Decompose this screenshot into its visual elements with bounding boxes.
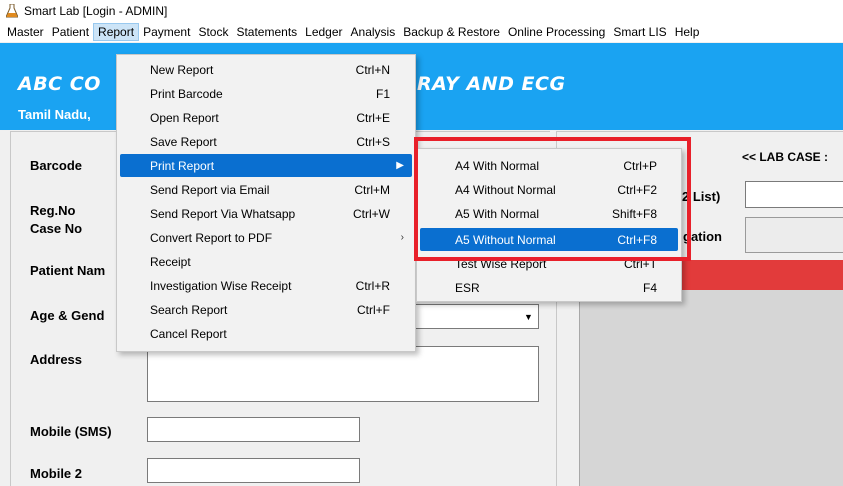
menu-report[interactable]: Report (93, 23, 140, 41)
title-bar: Smart Lab [Login - ADMIN] (0, 0, 843, 22)
menu-item-receipt[interactable]: Receipt (120, 250, 412, 273)
menu-item-label: Print Report (150, 158, 215, 173)
menu-item-print-report[interactable]: Print Report ▶ (120, 154, 412, 177)
patient-name-label: Patient Nam (30, 263, 106, 278)
menu-item-label: Investigation Wise Receipt (150, 278, 292, 293)
chevron-right-icon: › (400, 232, 404, 243)
menu-item-search-report[interactable]: Search Report Ctrl+F (120, 298, 412, 321)
regno-label: Reg.No (30, 203, 76, 218)
lab-case-label: << LAB CASE : (742, 150, 829, 164)
menu-item-open-report[interactable]: Open Report Ctrl+E (120, 106, 412, 129)
menu-payment[interactable]: Payment (139, 23, 194, 41)
menu-item-label: A4 Without Normal (455, 182, 556, 197)
window-title: Smart Lab [Login - ADMIN] (24, 4, 168, 18)
menu-item-shortcut: Ctrl+E (356, 110, 390, 125)
submenu-item-a5-without-normal[interactable]: A5 Without Normal Ctrl+F8 (420, 228, 678, 251)
menu-item-send-email[interactable]: Send Report via Email Ctrl+M (120, 178, 412, 201)
menu-item-label: A5 With Normal (455, 206, 540, 221)
menu-item-shortcut: Ctrl+M (354, 182, 390, 197)
menu-item-investigation-receipt[interactable]: Investigation Wise Receipt Ctrl+R (120, 274, 412, 297)
menu-item-new-report[interactable]: New Report Ctrl+N (120, 58, 412, 81)
results-grid[interactable] (579, 290, 843, 486)
menu-online-processing[interactable]: Online Processing (504, 23, 609, 41)
address-label: Address (30, 352, 83, 367)
banner-title: ABC CO (18, 73, 101, 95)
menu-item-shortcut: F4 (642, 280, 657, 295)
submenu-item-esr[interactable]: ESR F4 (420, 276, 678, 299)
mobile2-field[interactable] (147, 458, 360, 483)
menu-item-label: Send Report Via Whatsapp (150, 206, 296, 221)
menu-item-label: Print Barcode (150, 86, 223, 101)
menu-master[interactable]: Master (3, 23, 48, 41)
menu-item-save-report[interactable]: Save Report Ctrl+S (120, 130, 412, 153)
menu-item-label: New Report (150, 62, 214, 77)
menu-item-print-barcode[interactable]: Print Barcode F1 (120, 82, 412, 105)
menu-item-shortcut: Ctrl+F8 (617, 232, 657, 247)
submenu-item-a4-with-normal[interactable]: A4 With Normal Ctrl+P (420, 154, 678, 177)
menu-bar: Master Patient Report Payment Stock Stat… (0, 22, 843, 42)
mobile2-label: Mobile 2 (30, 466, 83, 481)
menu-item-shortcut: Ctrl+S (356, 134, 390, 149)
menu-smart-lis[interactable]: Smart LIS (609, 23, 670, 41)
menu-item-shortcut: Ctrl+P (623, 158, 657, 173)
menu-item-label: Open Report (150, 110, 219, 125)
investigation-field[interactable] (745, 217, 843, 253)
menu-item-cancel-report[interactable]: Cancel Report (120, 322, 412, 345)
menu-stock[interactable]: Stock (194, 23, 232, 41)
menu-statements[interactable]: Statements (232, 23, 301, 41)
menu-item-shortcut: Ctrl+F2 (617, 182, 657, 197)
menu-help[interactable]: Help (671, 23, 704, 41)
mobile-sms-field[interactable] (147, 417, 360, 442)
banner-subtitle: Tamil Nadu, (18, 107, 91, 122)
submenu-item-test-wise-report[interactable]: Test Wise Report Ctrl+T (420, 252, 678, 275)
menu-item-label: A5 Without Normal (455, 232, 556, 247)
dropdown-arrow-icon[interactable]: ▼ (520, 306, 537, 327)
chevron-right-icon: ▶ (396, 160, 404, 171)
menu-item-shortcut: Ctrl+T (624, 256, 657, 271)
mobile-sms-label: Mobile (SMS) (30, 424, 112, 439)
menu-item-label: Save Report (150, 134, 217, 149)
report-menu: New Report Ctrl+N Print Barcode F1 Open … (116, 54, 416, 352)
menu-item-shortcut: Ctrl+F (357, 302, 390, 317)
menu-item-shortcut: Shift+F8 (611, 206, 657, 221)
investigation-label: gation (683, 229, 722, 244)
list-field[interactable] (745, 181, 843, 208)
banner-title-continued: RAY AND ECG (417, 73, 566, 95)
menu-item-send-whatsapp[interactable]: Send Report Via Whatsapp Ctrl+W (120, 202, 412, 225)
menu-item-label: Convert Report to PDF (150, 230, 273, 245)
caseno-label: Case No (30, 221, 83, 236)
address-field[interactable] (147, 346, 539, 402)
menu-item-shortcut: Ctrl+R (355, 278, 390, 293)
menu-item-shortcut: Ctrl+N (355, 62, 390, 77)
menu-item-convert-pdf[interactable]: Convert Report to PDF › (120, 226, 412, 249)
menu-item-label: Cancel Report (150, 326, 227, 341)
flask-icon (6, 4, 18, 18)
menu-item-label: Receipt (150, 254, 191, 269)
menu-ledger[interactable]: Ledger (301, 23, 346, 41)
menu-item-shortcut: Ctrl+W (353, 206, 390, 221)
menu-item-label: ESR (455, 280, 480, 295)
menu-patient[interactable]: Patient (48, 23, 93, 41)
age-gender-label: Age & Gend (30, 308, 105, 323)
submenu-item-a4-without-normal[interactable]: A4 Without Normal Ctrl+F2 (420, 178, 678, 201)
menu-backup-restore[interactable]: Backup & Restore (399, 23, 504, 41)
print-report-submenu: A4 With Normal Ctrl+P A4 Without Normal … (416, 148, 682, 302)
menu-analysis[interactable]: Analysis (347, 23, 400, 41)
submenu-item-a5-with-normal[interactable]: A5 With Normal Shift+F8 (420, 202, 678, 225)
gender-select[interactable]: ▼ (414, 304, 539, 329)
list-label: 2 List) (682, 189, 721, 204)
menu-item-label: A4 With Normal (455, 158, 540, 173)
menu-item-shortcut: F1 (375, 86, 390, 101)
menu-item-label: Search Report (150, 302, 228, 317)
menu-item-label: Send Report via Email (150, 182, 270, 197)
barcode-label: Barcode (30, 158, 83, 173)
menu-item-label: Test Wise Report (455, 256, 547, 271)
